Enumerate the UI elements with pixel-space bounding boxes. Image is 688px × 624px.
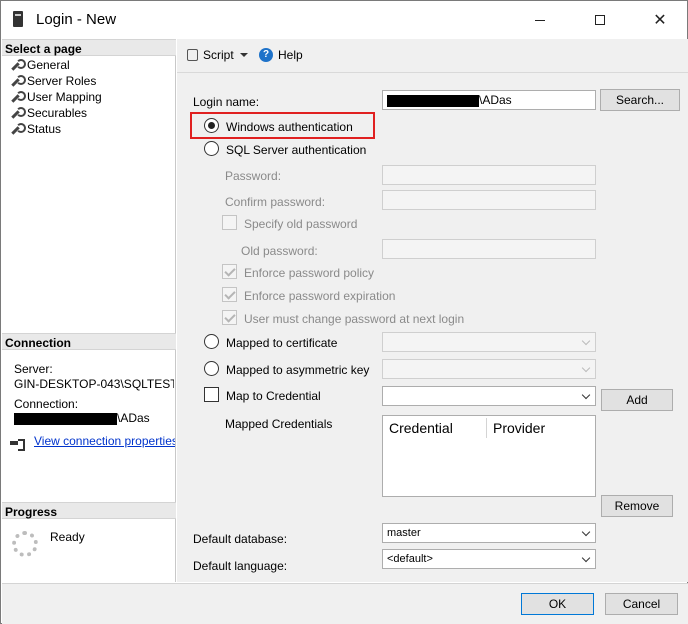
enforce-policy-label: Enforce password policy (244, 266, 375, 280)
wrench-icon (10, 123, 26, 135)
windows-auth-radio[interactable] (204, 118, 219, 133)
map-credential-checkbox[interactable] (204, 387, 219, 402)
ok-button[interactable]: OK (521, 593, 594, 615)
wrench-icon (10, 75, 26, 87)
toolbar: Script ? Help (177, 39, 688, 73)
default-language-value: <default> (387, 553, 433, 565)
mapped-asym-radio[interactable] (204, 361, 219, 376)
progress-spinner-icon (12, 531, 38, 557)
progress-header: Progress (2, 502, 176, 519)
login-name-suffix: \ADas (479, 93, 512, 107)
wrench-icon (10, 107, 26, 119)
view-connection-properties-link[interactable]: View connection properties (34, 434, 175, 448)
redacted-user (14, 412, 117, 425)
dropdown-arrow-icon (239, 53, 248, 57)
page-item-label: General (27, 58, 70, 72)
old-password-label: Old password: (241, 244, 318, 258)
chevron-down-icon (581, 390, 591, 400)
remove-button[interactable]: Remove (601, 495, 673, 517)
page-item-label: Securables (27, 106, 88, 120)
mapped-cert-radio[interactable] (204, 334, 219, 349)
redacted-login (387, 94, 479, 107)
login-name-input[interactable]: \ADas (382, 90, 596, 110)
mapped-cert-label[interactable]: Mapped to certificate (226, 336, 337, 350)
add-button[interactable]: Add (601, 389, 673, 411)
select-page-header: Select a page (2, 39, 176, 56)
maximize-button[interactable] (577, 1, 623, 39)
page-item-label: User Mapping (27, 90, 102, 104)
must-change-label: User must change password at next login (244, 312, 465, 326)
minimize-icon (535, 19, 545, 21)
page-item-label: Status (27, 122, 62, 136)
password-label: Password: (225, 169, 282, 183)
grid-column-divider (486, 418, 487, 438)
sql-auth-label[interactable]: SQL Server authentication (226, 143, 366, 157)
default-language-select[interactable]: <default> (382, 549, 596, 569)
login-new-window: Login - New ✕ Select a page General Serv… (0, 0, 688, 624)
page-item-label: Server Roles (27, 74, 97, 88)
wrench-icon (10, 91, 26, 103)
enforce-policy-checkbox[interactable] (222, 264, 237, 279)
server-label: Server: (14, 362, 53, 376)
login-name-label: Login name: (193, 95, 260, 109)
maximize-icon (595, 15, 605, 25)
help-label: Help (278, 48, 303, 62)
windows-auth-label[interactable]: Windows authentication (226, 120, 353, 134)
connection-label: Connection: (14, 397, 79, 411)
default-language-label: Default language: (193, 559, 288, 573)
grid-header-credential[interactable]: Credential (389, 420, 453, 436)
page-item-server-roles[interactable]: Server Roles (10, 73, 96, 89)
page-item-user-mapping[interactable]: User Mapping (10, 89, 102, 105)
confirm-password-input[interactable] (382, 190, 596, 210)
must-change-checkbox[interactable] (222, 310, 237, 325)
script-label: Script (203, 48, 234, 62)
page-item-status[interactable]: Status (10, 121, 61, 137)
specify-old-password-checkbox[interactable] (222, 215, 237, 230)
title-bar: Login - New ✕ (1, 1, 687, 39)
cancel-button[interactable]: Cancel (605, 593, 678, 615)
credential-select[interactable] (382, 386, 596, 406)
plug-icon (10, 437, 25, 451)
page-item-general[interactable]: General (10, 57, 70, 73)
script-icon (187, 49, 198, 61)
connection-header: Connection (2, 333, 176, 350)
close-button[interactable]: ✕ (637, 1, 683, 39)
enforce-expiration-label: Enforce password expiration (244, 289, 396, 303)
specify-old-password-label: Specify old password (244, 217, 358, 231)
default-database-select[interactable]: master (382, 523, 596, 543)
wrench-icon (10, 59, 26, 71)
script-button[interactable]: Script (187, 48, 248, 62)
connection-suffix: \ADas (117, 411, 150, 425)
chevron-down-icon (581, 553, 591, 563)
progress-status: Ready (50, 530, 85, 544)
password-input[interactable] (382, 165, 596, 185)
help-button[interactable]: ? Help (259, 48, 303, 62)
left-pane: Select a page General Server Roles User … (2, 39, 176, 582)
sql-auth-radio[interactable] (204, 141, 219, 156)
chevron-down-icon (581, 363, 591, 373)
mapped-credentials-grid[interactable]: Credential Provider (382, 415, 596, 497)
app-icon (13, 11, 23, 27)
window-title: Login - New (36, 11, 117, 28)
mapped-asym-label[interactable]: Mapped to asymmetric key (226, 363, 369, 377)
server-value: GIN-DESKTOP-043\SQLTEST (14, 377, 174, 391)
grid-header-provider[interactable]: Provider (493, 420, 545, 436)
certificate-select[interactable] (382, 332, 596, 352)
enforce-expiration-checkbox[interactable] (222, 287, 237, 302)
old-password-input[interactable] (382, 239, 596, 259)
chevron-down-icon (581, 527, 591, 537)
mapped-credentials-label: Mapped Credentials (225, 417, 333, 431)
help-icon: ? (259, 48, 273, 62)
default-database-value: master (387, 527, 421, 539)
minimize-button[interactable] (517, 1, 563, 39)
chevron-down-icon (581, 336, 591, 346)
connection-value: \ADas (14, 411, 150, 425)
close-icon: ✕ (653, 12, 667, 29)
asymmetric-key-select[interactable] (382, 359, 596, 379)
map-credential-label[interactable]: Map to Credential (226, 389, 321, 403)
page-item-securables[interactable]: Securables (10, 105, 87, 121)
default-database-label: Default database: (193, 532, 288, 546)
search-button[interactable]: Search... (600, 89, 680, 111)
confirm-password-label: Confirm password: (225, 195, 326, 209)
